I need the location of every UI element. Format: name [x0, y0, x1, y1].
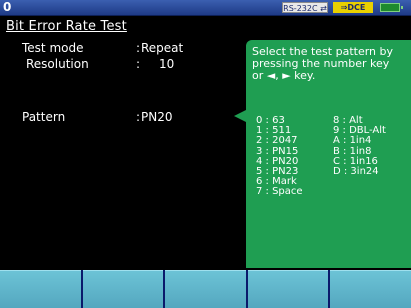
- pattern-label: Pattern: [22, 110, 66, 124]
- help-text: Select the test pattern by pressing the …: [252, 45, 394, 82]
- pattern-option: D : 3in24: [333, 166, 379, 178]
- pattern-option: 7 : Space: [256, 186, 303, 198]
- status-bar: 0 RS-232C ⇄ ⇒DCE: [0, 0, 411, 16]
- resolution-label: Resolution: [26, 57, 89, 71]
- page-title: Bit Error Rate Test: [6, 19, 127, 34]
- interface-badge-label: RS-232C: [283, 4, 318, 13]
- battery-icon: [380, 3, 403, 12]
- pattern-options-left: 0 : 63 1 : 511 2 : 2047 3 : PN15 4 : PN2…: [256, 115, 303, 198]
- pattern-value[interactable]: PN20: [141, 110, 172, 124]
- function-key-f5[interactable]: [330, 270, 411, 308]
- function-key-f2[interactable]: [82, 270, 164, 308]
- interface-badge: RS-232C ⇄: [282, 2, 328, 13]
- function-key-f1[interactable]: [0, 270, 81, 308]
- test-mode-separator: :: [136, 41, 141, 55]
- mode-badge-label: DCE: [347, 3, 366, 12]
- mode-badge: ⇒DCE: [333, 2, 373, 13]
- pattern-options-right: 8 : Alt 9 : DBL-Alt A : 1in4 B : 1in8 C …: [333, 115, 386, 178]
- resolution-value[interactable]: 10: [159, 57, 174, 71]
- connector-icon: ⇄: [317, 4, 327, 13]
- function-key-f3[interactable]: [165, 270, 246, 308]
- position-indicator: 0: [3, 0, 12, 14]
- function-key-bar: [0, 270, 411, 308]
- test-mode-value[interactable]: Repeat: [141, 41, 183, 55]
- help-panel-pointer: [234, 110, 246, 122]
- resolution-separator: :: [136, 57, 141, 71]
- function-key-f4[interactable]: [247, 270, 329, 308]
- pattern-separator: :: [136, 110, 141, 124]
- test-mode-label: Test mode: [22, 41, 84, 55]
